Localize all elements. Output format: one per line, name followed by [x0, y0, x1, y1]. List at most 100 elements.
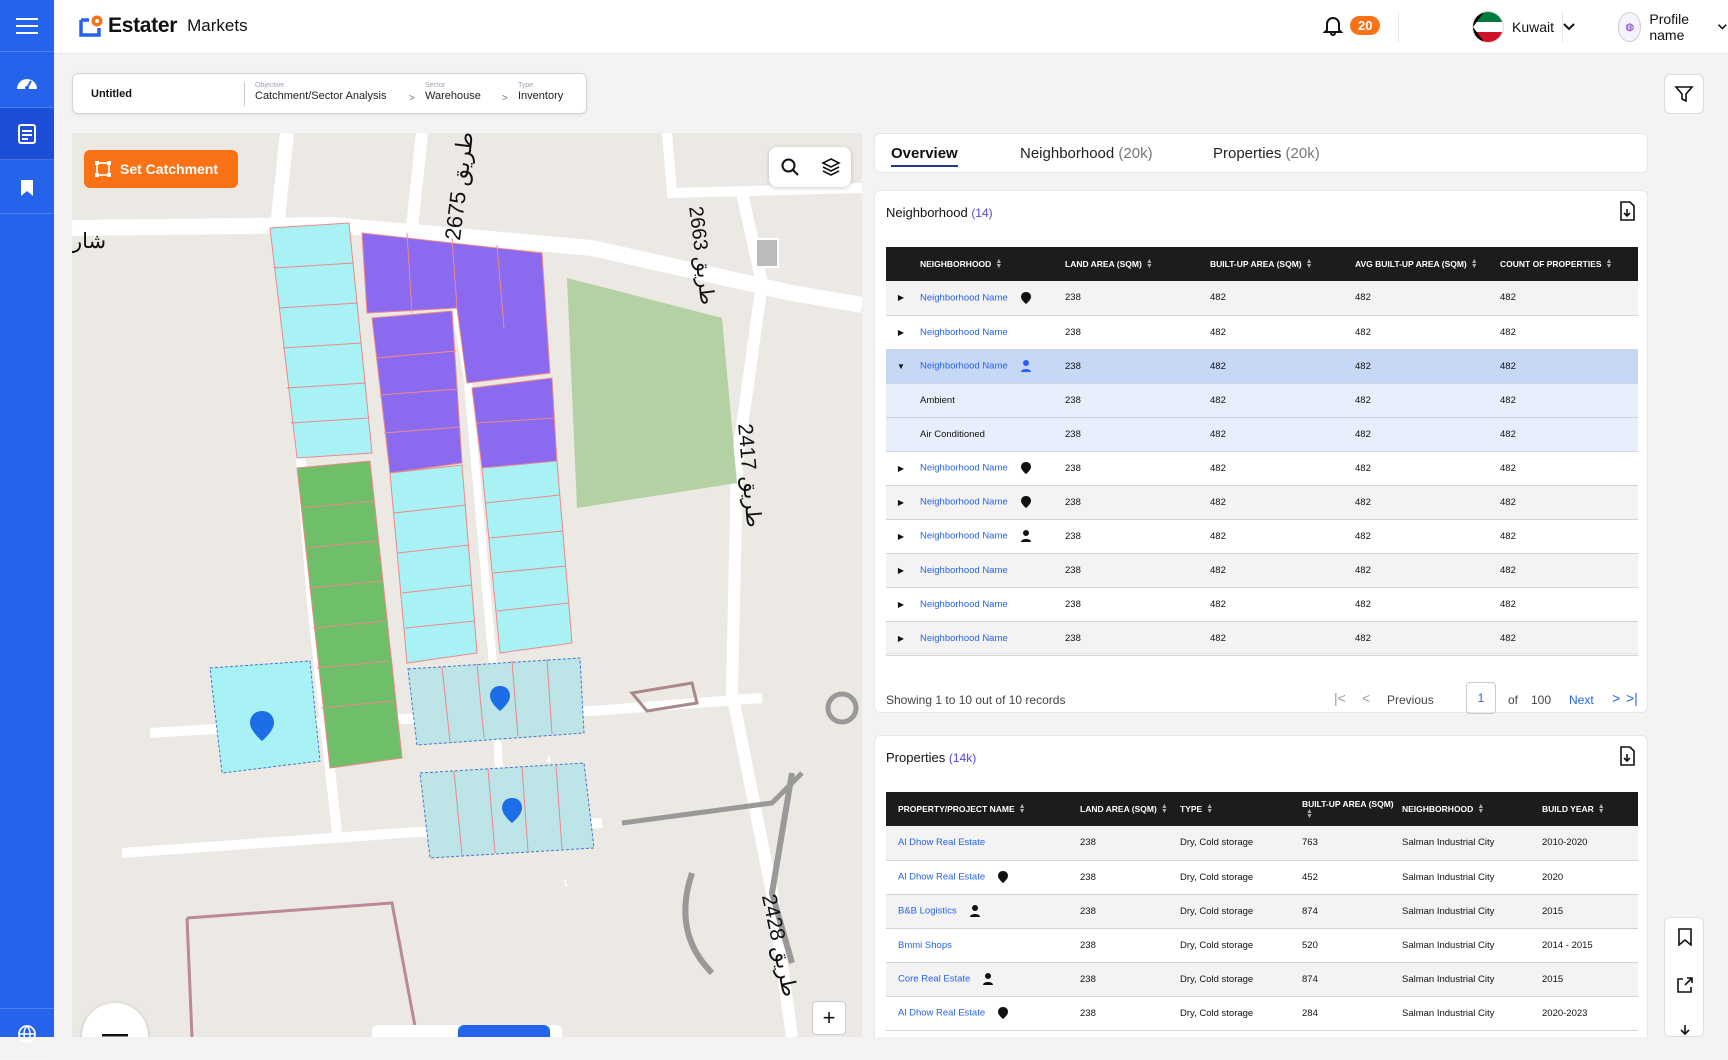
neighborhood-link[interactable]: Neighborhood Name	[920, 463, 1008, 474]
neighborhood-link[interactable]: Neighborhood Name	[920, 599, 1008, 610]
next-button[interactable]: Next	[1569, 693, 1594, 707]
map-pin-icon[interactable]	[1020, 291, 1032, 305]
neighborhood-link[interactable]: Neighborhood Name	[920, 292, 1008, 303]
expand-icon[interactable]: ▶	[886, 451, 916, 486]
expand-icon[interactable]: ▶	[886, 485, 916, 520]
neighborhood-link[interactable]: Neighborhood Name	[920, 565, 1008, 576]
property-link[interactable]: Bmmi Shops	[898, 940, 952, 951]
share-icon[interactable]	[1676, 976, 1694, 994]
profile-menu[interactable]: ◍ Profile name	[1618, 11, 1728, 43]
analysis-title[interactable]: Untitled	[91, 88, 132, 100]
zoom-in-button[interactable]: +	[812, 1001, 846, 1035]
property-link[interactable]: Al Dhow Real Estate	[898, 837, 985, 848]
bookmark-icon[interactable]	[1678, 928, 1692, 946]
kuwait-flag-icon	[1472, 11, 1504, 43]
expand-icon[interactable]: ▶	[886, 519, 916, 554]
map-pin-icon[interactable]	[1020, 495, 1032, 509]
set-catchment-button[interactable]: Set Catchment	[84, 150, 238, 188]
dashboard-icon[interactable]	[0, 56, 54, 108]
expand-icon[interactable]: ▶	[886, 553, 916, 588]
download-icon[interactable]	[1678, 1024, 1692, 1038]
table-row[interactable]: Al Dhow Real Estate 238 Dry, Cold storage…	[886, 860, 1638, 895]
user-pin-icon[interactable]	[982, 972, 994, 986]
export-icon[interactable]	[1617, 200, 1639, 222]
table-row[interactable]: ▶ Neighborhood Name 238 482 482 482	[886, 485, 1638, 520]
table-row[interactable]: ▶ Neighborhood Name 238 482 482 482	[886, 281, 1638, 316]
property-link[interactable]: B&B Logistics	[898, 906, 957, 917]
map-bottom-toggle[interactable]	[372, 1025, 562, 1037]
column-header[interactable]: NEIGHBORHOOD ▲ ▼	[1398, 792, 1538, 826]
user-pin-icon[interactable]	[1020, 529, 1032, 543]
neighborhood-link[interactable]: Neighborhood Name	[920, 361, 1008, 372]
column-header[interactable]: LAND AREA (sqm) ▲ ▼	[1076, 792, 1176, 826]
user-pin-icon[interactable]	[1020, 359, 1032, 373]
map-view[interactable]: 2675 طريق 2663 طريق 2417 طريق 2428 طريق …	[72, 133, 862, 1037]
collapse-icon[interactable]: ▼	[886, 349, 916, 384]
divider	[886, 653, 1638, 654]
table-row[interactable]: Core Real Estate 238 Dry, Cold storage 874…	[886, 962, 1638, 997]
table-row[interactable]: ▶ Neighborhood Name 238 482 482 482	[886, 587, 1638, 622]
neighborhood-link[interactable]: Neighborhood Name	[920, 327, 1008, 338]
table-row[interactable]: B&B Logistics 238 Dry, Cold storage 874 Sal…	[886, 894, 1638, 929]
filter-button[interactable]	[1664, 74, 1704, 114]
tab-neighborhood[interactable]: Neighborhood (20k)	[1020, 145, 1153, 162]
prev-page-icon[interactable]: <	[1362, 690, 1370, 706]
neighborhood-link[interactable]: Neighborhood Name	[920, 633, 1008, 644]
country-selector[interactable]: Kuwait	[1472, 11, 1576, 43]
neighborhood-link[interactable]: Neighborhood Name	[920, 531, 1008, 542]
next-page-icon[interactable]: >	[1612, 690, 1620, 706]
menu-icon[interactable]	[0, 0, 54, 52]
neighborhood-link[interactable]: Neighborhood Name	[920, 497, 1008, 508]
map-pin-icon[interactable]	[1020, 461, 1032, 475]
column-header[interactable]: BUILT-UP AREA (sqm)▲▼	[1206, 247, 1351, 281]
table-row[interactable]: Al Dhow Real Estate 238 Dry, Cold storage…	[886, 826, 1638, 861]
previous-button[interactable]: Previous	[1387, 693, 1434, 707]
table-row[interactable]: ▶ Neighborhood Name 238 482 482 482	[886, 315, 1638, 350]
page-number-input[interactable]: 1	[1466, 682, 1496, 714]
property-link[interactable]: Al Dhow Real Estate	[898, 1008, 985, 1019]
layers-icon[interactable]	[820, 157, 841, 177]
tabs-bar: Overview Neighborhood (20k) Properties (…	[874, 133, 1648, 173]
table-row[interactable]: Bmmi Shops 238 Dry, Cold storage 520 Salman…	[886, 928, 1638, 963]
breadcrumb-objective[interactable]: Objective Catchment/Sector Analysis	[255, 82, 386, 102]
property-link[interactable]: Core Real Estate	[898, 974, 970, 985]
table-row[interactable]: ▶ Neighborhood Name 238 482 482 482	[886, 621, 1638, 656]
column-header[interactable]: COUNT OF PROPERTIES ▲ ▼	[1496, 247, 1638, 281]
expand-icon[interactable]: ▶	[886, 587, 916, 622]
search-icon[interactable]	[780, 157, 800, 177]
globe-icon[interactable]	[0, 1008, 54, 1060]
expand-icon[interactable]: ▶	[886, 621, 916, 656]
app-logo[interactable]: Estater Markets	[78, 14, 248, 38]
column-header[interactable]: TYPE ▲ ▼	[1176, 792, 1298, 826]
expand-icon[interactable]: ▶	[886, 315, 916, 350]
reports-icon[interactable]	[0, 108, 54, 160]
map-pin-icon[interactable]	[997, 870, 1009, 884]
last-page-icon[interactable]: >|	[1626, 690, 1638, 706]
tab-overview[interactable]: Overview	[891, 145, 958, 167]
notifications-button[interactable]: 20	[1322, 14, 1381, 36]
first-page-icon[interactable]: |<	[1334, 690, 1346, 706]
column-header[interactable]: AVG BUILT-UP AREA (sqm) ▲ ▼	[1351, 247, 1496, 281]
table-row-selected[interactable]: ▼ Neighborhood Name 238 482 482 482	[886, 349, 1638, 384]
column-header[interactable]: PROPERTY/PROJECT NAME ▲ ▼	[886, 792, 1076, 826]
user-pin-icon[interactable]	[969, 904, 981, 918]
table-row[interactable]: Al Dhow Real Estate 238 Dry, Cold storage…	[886, 996, 1638, 1031]
column-header[interactable]: BUILD YEAR ▲ ▼	[1538, 792, 1638, 826]
column-header[interactable]: LAND AREA (sqm) ▲ ▼	[1061, 247, 1206, 281]
breadcrumb-sector[interactable]: Sector Warehouse	[425, 82, 481, 102]
toggle-active-segment[interactable]	[458, 1025, 550, 1037]
export-icon[interactable]	[1617, 745, 1639, 767]
logo-mark-icon	[79, 15, 103, 37]
tab-properties[interactable]: Properties (20k)	[1213, 145, 1320, 162]
bookmark-icon[interactable]	[0, 162, 54, 214]
profile-name: Profile name	[1649, 11, 1690, 43]
column-header[interactable]: NEIGHBORHOOD ▲ ▼	[916, 247, 1061, 281]
map-pin-icon[interactable]	[997, 1006, 1009, 1020]
breadcrumb-type[interactable]: Type Inventory	[518, 82, 563, 102]
table-row[interactable]: ▶ Neighborhood Name 238 482 482 482	[886, 451, 1638, 486]
property-link[interactable]: Al Dhow Real Estate	[898, 872, 985, 883]
table-row[interactable]: ▶ Neighborhood Name 238 482 482 482	[886, 553, 1638, 588]
column-header[interactable]: BUILT-UP AREA (sqm)▲▼	[1298, 792, 1398, 826]
expand-icon[interactable]: ▶	[886, 281, 916, 316]
table-row[interactable]: ▶ Neighborhood Name 238 482 482 482	[886, 519, 1638, 554]
